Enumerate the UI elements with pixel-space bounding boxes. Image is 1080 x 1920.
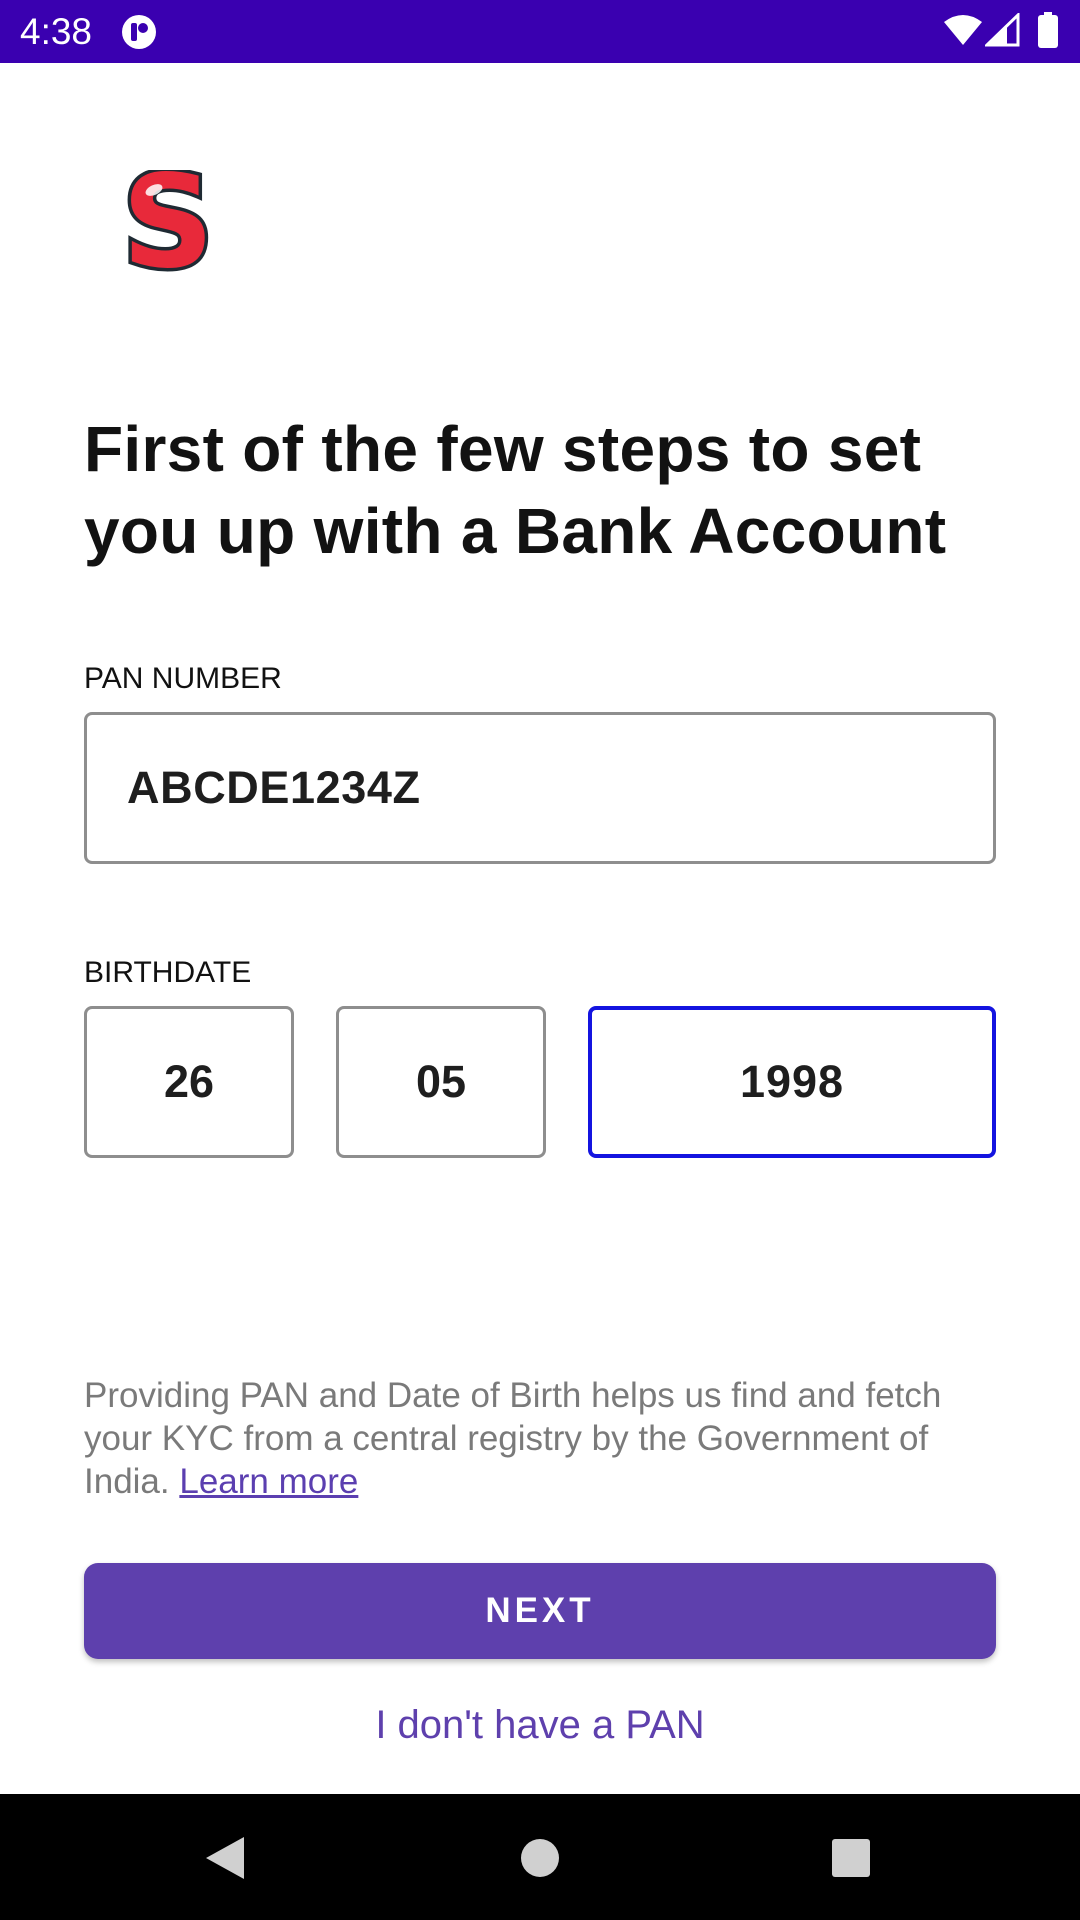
cell-signal-icon [985,13,1020,47]
pan-value: ABCDE1234Z [127,762,421,813]
pan-label: PAN NUMBER [84,662,282,695]
back-icon[interactable] [204,1835,246,1881]
birth-year-value: 1998 [739,1056,845,1107]
birth-month-input[interactable]: 05 [336,1006,546,1158]
no-pan-link[interactable]: I don't have a PAN [84,1700,996,1750]
recents-icon[interactable] [831,1838,871,1878]
page-title: First of the few steps to set you up wit… [84,413,947,567]
birth-year-input[interactable]: 1998 [588,1006,996,1158]
status-time: 4:38 [20,11,93,52]
learn-more-link[interactable]: Learn more [179,1462,358,1501]
kyc-info-text: Providing PAN and Date of Birth helps us… [84,1374,1014,1503]
next-button[interactable]: NEXT [84,1563,996,1659]
status-bar: 4:38 [0,0,1080,63]
birth-month-value: 05 [415,1056,467,1107]
birth-day-value: 26 [163,1056,215,1107]
app-notification-icon [122,15,156,49]
home-icon[interactable] [520,1838,560,1878]
pan-input[interactable]: ABCDE1234Z [84,712,996,864]
pan-entry-screen: 4:38 S First of the few steps to set you… [0,0,1080,1920]
logo-letter: S [122,170,214,282]
wifi-icon [944,15,982,45]
birth-day-input[interactable]: 26 [84,1006,294,1158]
birthdate-label: BIRTHDATE [84,956,252,989]
navigation-bar [0,1794,1080,1920]
app-logo: S [118,170,217,282]
battery-icon [1038,12,1058,48]
